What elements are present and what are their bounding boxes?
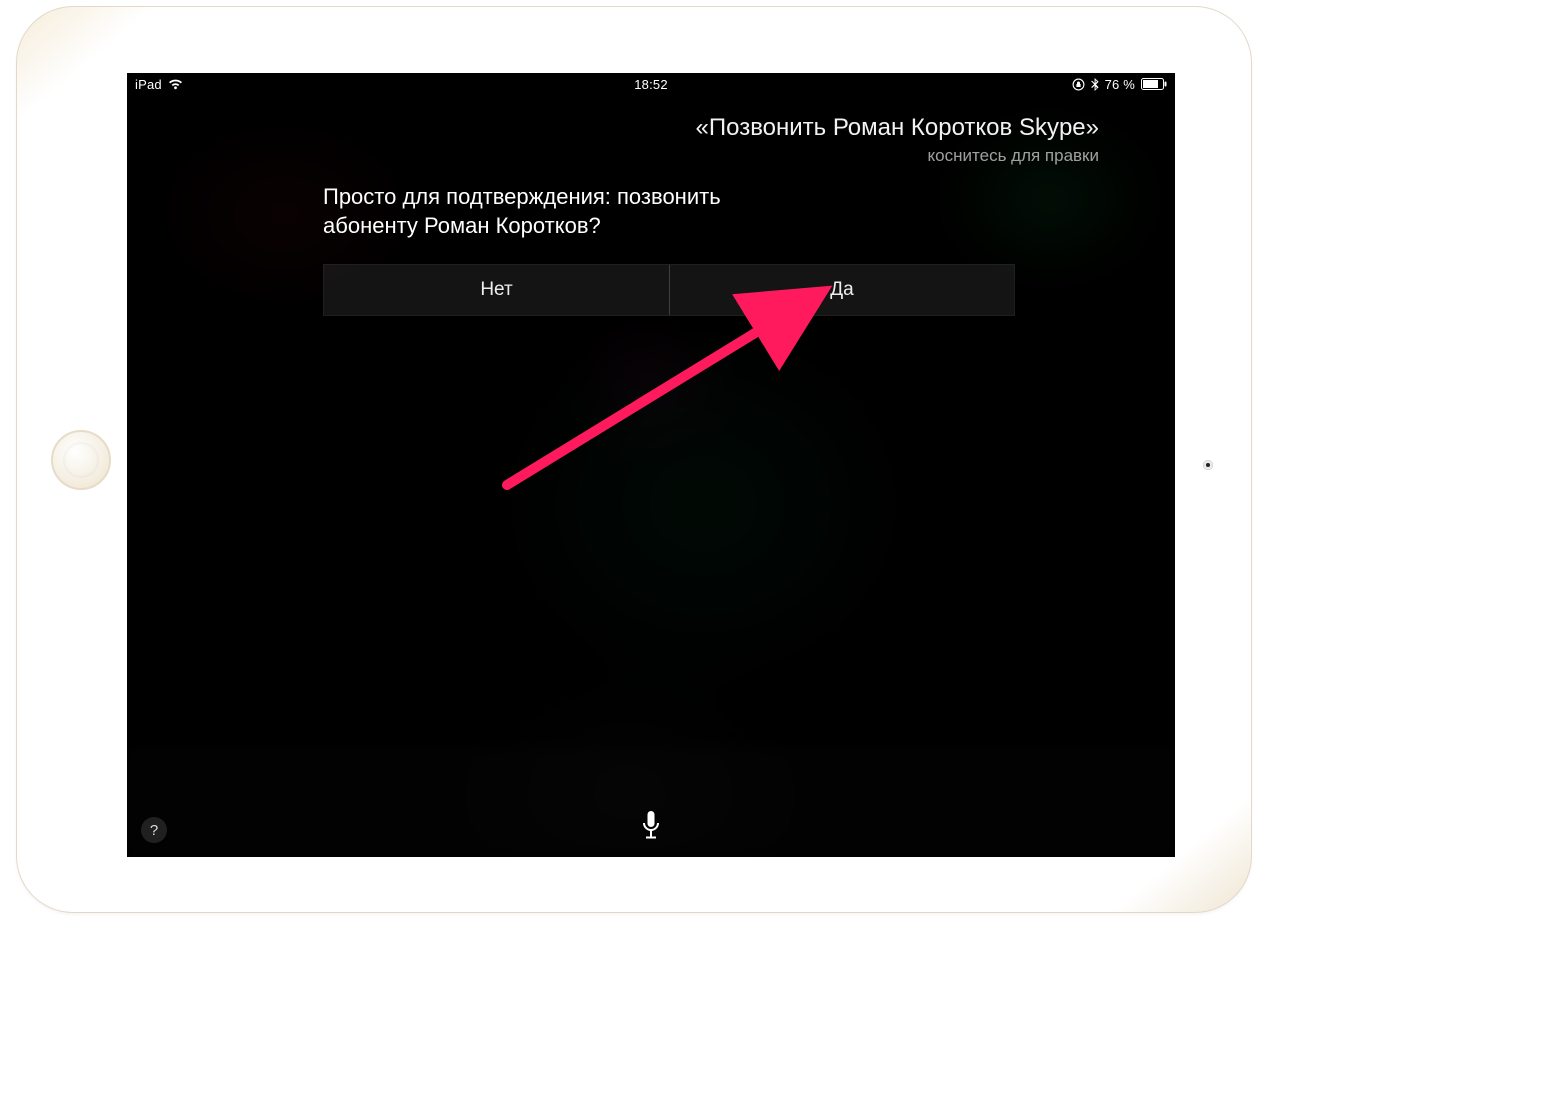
- no-button[interactable]: Нет: [324, 265, 669, 315]
- ipad-frame: iPad 18:52 76 % «П: [17, 7, 1251, 912]
- yes-button[interactable]: Да: [669, 265, 1014, 315]
- status-bar: iPad 18:52 76 %: [127, 73, 1175, 95]
- clock: 18:52: [634, 77, 668, 92]
- orientation-lock-icon: [1072, 78, 1085, 91]
- siri-user-phrase-text: «Позвонить Роман Коротков Skype»: [696, 114, 1099, 142]
- microphone-icon: [641, 810, 661, 845]
- siri-confirmation: Просто для подтверждения: позвонить абон…: [323, 183, 1015, 316]
- siri-help-button[interactable]: ?: [141, 817, 167, 843]
- siri-user-phrase[interactable]: «Позвонить Роман Коротков Skype» косните…: [696, 114, 1099, 166]
- device-label: iPad: [135, 77, 162, 92]
- battery-icon: [1141, 78, 1167, 90]
- wifi-icon: [168, 79, 183, 90]
- battery-percent: 76 %: [1105, 77, 1135, 92]
- siri-confirmation-text: Просто для подтверждения: позвонить абон…: [323, 183, 783, 240]
- screen: iPad 18:52 76 % «П: [127, 73, 1175, 857]
- siri-tap-to-edit-hint: коснитесь для правки: [696, 146, 1099, 166]
- bluetooth-icon: [1091, 78, 1099, 91]
- front-camera: [1203, 460, 1213, 470]
- home-button[interactable]: [51, 430, 111, 490]
- siri-mic-button[interactable]: [631, 807, 671, 847]
- siri-confirmation-buttons: Нет Да: [323, 264, 1015, 316]
